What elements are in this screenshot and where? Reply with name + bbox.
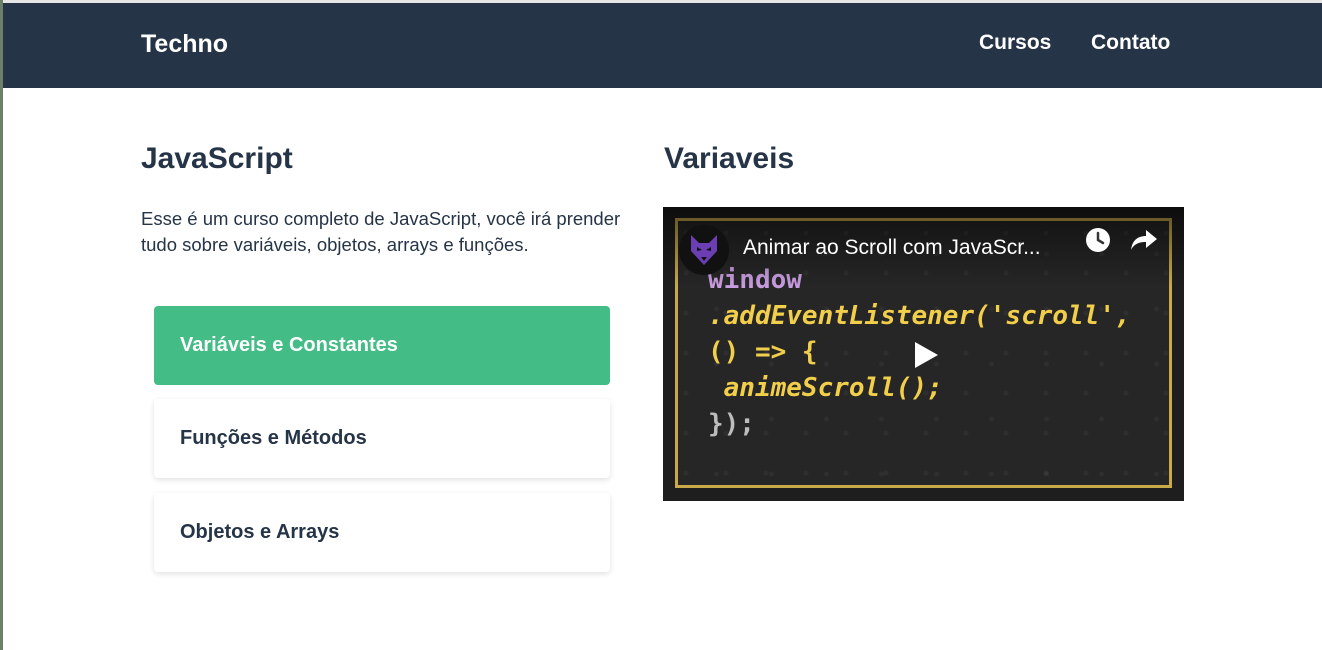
share-icon[interactable] [1129, 226, 1159, 254]
lesson-item-variaveis[interactable]: Variáveis e Constantes [154, 306, 610, 385]
course-title: JavaScript [141, 142, 293, 175]
code-line: () => { [708, 337, 818, 367]
lesson-title: Variaveis [664, 142, 795, 175]
code-line: animeScroll(); [708, 373, 943, 403]
lesson-item-funcoes[interactable]: Funções e Métodos [154, 399, 610, 478]
window-left-edge [0, 0, 3, 650]
play-button[interactable] [901, 337, 951, 373]
site-header: Techno Cursos Contato [3, 3, 1322, 88]
nav-link-cursos[interactable]: Cursos [979, 31, 1051, 55]
brand-logo[interactable]: Techno [141, 30, 228, 59]
video-title[interactable]: Animar ao Scroll com JavaScr... [743, 236, 1073, 260]
code-line: .addEventListener('scroll', [708, 301, 1131, 331]
channel-avatar[interactable] [679, 225, 729, 275]
clock-icon[interactable] [1084, 226, 1112, 254]
video-player[interactable]: window .addEventListener('scroll', () =>… [663, 207, 1184, 501]
course-description: Esse é um curso completo de JavaScript, … [141, 208, 621, 255]
nav-link-contato[interactable]: Contato [1091, 31, 1170, 55]
play-icon [915, 342, 938, 368]
lesson-item-objetos[interactable]: Objetos e Arrays [154, 493, 610, 572]
code-line: }); [708, 409, 755, 439]
wolf-logo-icon [691, 235, 717, 265]
